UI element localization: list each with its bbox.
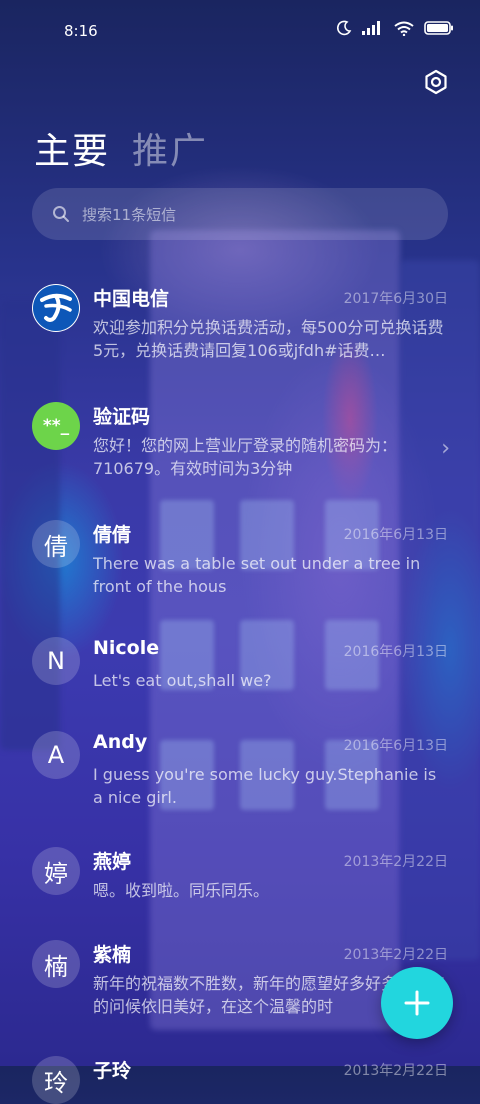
verify-code-avatar: **_ — [32, 402, 80, 450]
status-icons — [336, 20, 454, 36]
search-input[interactable]: 搜索11条短信 — [32, 188, 448, 240]
avatar: N — [32, 637, 80, 685]
conversation-date: 2013年2月22日 — [343, 1063, 448, 1079]
search-icon — [53, 206, 69, 222]
conversation-name: 紫楠 — [93, 944, 132, 966]
tab-bar: 主要 推广 — [34, 122, 208, 174]
conversation-name: 验证码 — [93, 406, 151, 428]
tab-primary[interactable]: 主要 — [34, 122, 110, 174]
status-bar: 8:16 — [0, 0, 480, 62]
search-placeholder: 搜索11条短信 — [82, 205, 177, 224]
new-message-button[interactable] — [381, 967, 453, 1039]
status-time: 8:16 — [64, 22, 98, 40]
plus-icon — [404, 990, 430, 1016]
avatar: 倩 — [32, 520, 80, 568]
chevron-right-icon[interactable]: › — [441, 436, 450, 461]
conversation-name: 倩倩 — [93, 524, 132, 546]
conversation-preview: Let's eat out,shall we? — [93, 671, 272, 690]
avatar: 玲 — [32, 1056, 80, 1104]
avatar: 婷 — [32, 847, 80, 895]
tab-promotions[interactable]: 推广 — [132, 122, 208, 174]
conversation-preview: 嗯。收到啦。同乐同乐。 — [93, 881, 270, 900]
conversation-date: 2016年6月13日 — [343, 738, 448, 754]
avatar: 楠 — [32, 940, 80, 988]
conversation-name: Nicole — [93, 637, 160, 659]
conversation-preview: 欢迎参加积分兑换话费活动，每500分可兑换话费5元，兑换话费请回复106或jfd… — [93, 318, 444, 360]
conversation-date: 2013年2月22日 — [343, 854, 448, 870]
signal-icon — [362, 21, 380, 35]
conversation-name: 子玲 — [93, 1060, 132, 1082]
conversation-name: 燕婷 — [93, 851, 132, 873]
avatar: A — [32, 731, 80, 779]
conversation-name: Andy — [93, 731, 148, 753]
moon-icon — [337, 20, 352, 36]
conversation-date: 2013年2月22日 — [343, 947, 448, 963]
conversation-date: 2017年6月30日 — [343, 291, 448, 307]
conversation-name: 中国电信 — [93, 288, 170, 310]
conversation-preview: I guess you're some lucky guy.Stephanie … — [93, 765, 437, 807]
wifi-icon — [394, 21, 414, 36]
battery-icon — [424, 21, 453, 35]
conversation-preview: 您好！您的网上营业厅登录的随机密码为：710679。有效时间为3分钟 — [93, 436, 398, 478]
conversation-date: 2016年6月13日 — [343, 644, 448, 660]
telecom-logo-avatar — [32, 284, 80, 332]
conversation-date: 2016年6月13日 — [343, 527, 448, 543]
settings-icon[interactable] — [422, 68, 450, 96]
telecom-logo-icon — [33, 285, 79, 331]
conversation-preview: There was a table set out under a tree i… — [93, 554, 421, 596]
